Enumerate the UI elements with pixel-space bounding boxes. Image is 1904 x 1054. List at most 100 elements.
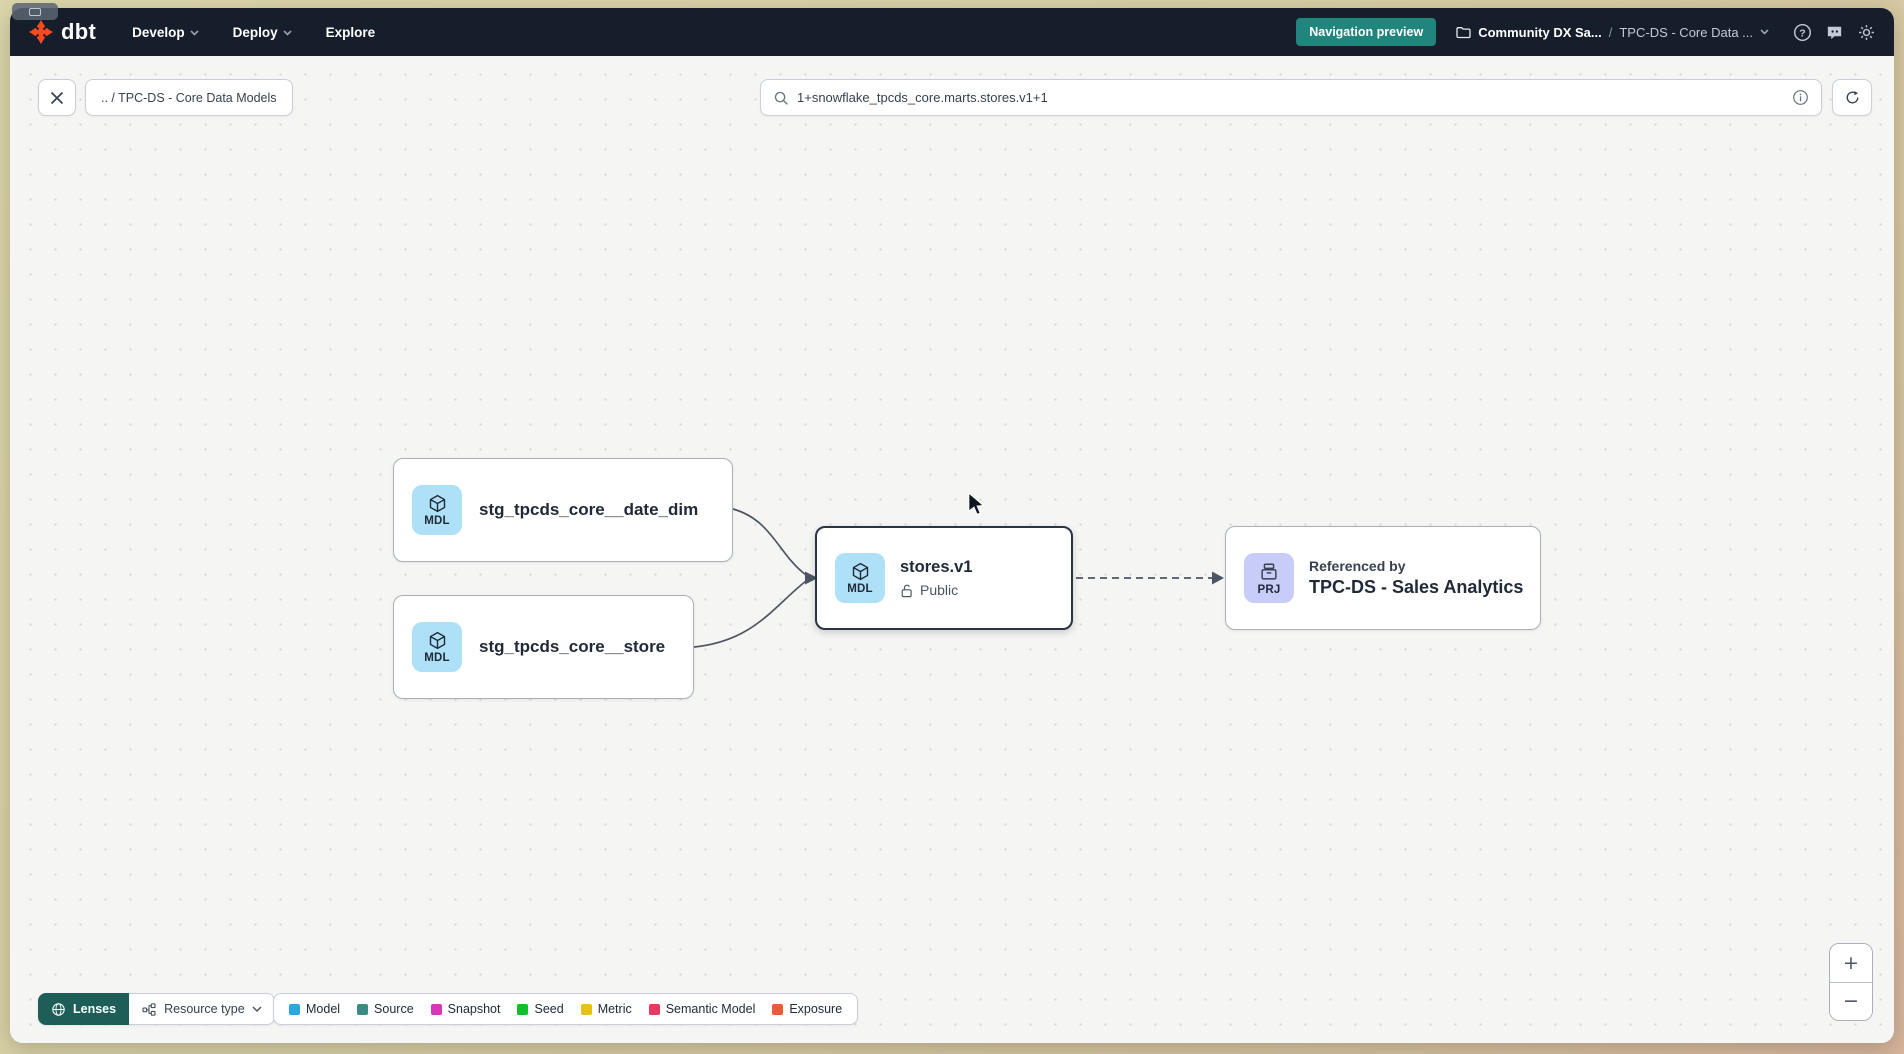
chevron-down-icon <box>190 30 199 36</box>
zoom-in-button[interactable]: + <box>1830 944 1872 982</box>
help-icon[interactable]: ? <box>1793 23 1812 42</box>
legend-item-model: Model <box>289 1002 340 1016</box>
chip-label: .. / TPC-DS - Core Data Models <box>101 91 277 105</box>
legend-swatch <box>431 1004 442 1015</box>
folder-icon <box>1456 26 1471 39</box>
model-resource-tile: MDL <box>835 553 885 603</box>
navigation-preview-button[interactable]: Navigation preview <box>1296 18 1436 46</box>
lenses-label: Lenses <box>73 1002 116 1016</box>
resource-type-legend: Model Source Snapshot Seed Metric Semant… <box>273 993 858 1025</box>
model-cube-icon <box>427 630 448 651</box>
chevron-down-icon <box>252 1006 262 1013</box>
main-menu: Develop Deploy Explore <box>132 25 375 40</box>
legend-item-exposure: Exposure <box>772 1002 842 1016</box>
breadcrumb: Community DX Sa... / TPC-DS - Core Data … <box>1456 25 1769 40</box>
public-open-lock-icon <box>900 583 914 598</box>
chevron-down-icon <box>283 30 292 36</box>
resource-badge: MDL <box>424 652 450 664</box>
refresh-lineage-button[interactable] <box>1832 79 1872 116</box>
edge-arrowhead <box>1212 572 1224 585</box>
navbar-icons: ? <box>1793 23 1876 42</box>
model-resource-tile: MDL <box>412 485 462 535</box>
legend-label: Metric <box>598 1002 632 1016</box>
legend-item-semantic-model: Semantic Model <box>649 1002 756 1016</box>
lineage-selector-input[interactable] <box>797 90 1784 105</box>
legend-item-metric: Metric <box>581 1002 632 1016</box>
menu-develop[interactable]: Develop <box>132 25 199 40</box>
legend-label: Source <box>374 1002 414 1016</box>
node-referenced-by-sales-analytics[interactable]: PRJ Referenced by TPC-DS - Sales Analyti… <box>1225 526 1541 630</box>
node-stg-tpcds-core-store[interactable]: MDL stg_tpcds_core__store <box>393 595 694 699</box>
model-resource-tile: MDL <box>412 622 462 672</box>
refresh-icon <box>1844 89 1861 106</box>
top-navbar: dbt Develop Deploy Explore Navigation pr… <box>10 8 1894 56</box>
recorder-icon <box>29 8 41 16</box>
node-stg-tpcds-core-date-dim[interactable]: MDL stg_tpcds_core__date_dim <box>393 458 733 562</box>
legend-swatch <box>581 1004 592 1015</box>
resource-type-label: Resource type <box>164 1002 245 1016</box>
node-text-block: Referenced by TPC-DS - Sales Analytics <box>1309 558 1523 598</box>
lineage-breadcrumb-chip[interactable]: .. / TPC-DS - Core Data Models <box>85 79 293 116</box>
node-text-block: stores.v1 Public <box>900 558 972 598</box>
navbar-right: Navigation preview Community DX Sa... / … <box>1296 18 1876 46</box>
menu-deploy-label: Deploy <box>233 25 278 40</box>
dbt-logo-text: dbt <box>61 19 96 45</box>
lenses-button[interactable]: Lenses <box>38 993 129 1025</box>
resource-badge: PRJ <box>1258 584 1281 596</box>
svg-text:?: ? <box>1799 28 1805 39</box>
legend-label: Seed <box>534 1002 563 1016</box>
legend-label: Semantic Model <box>666 1002 756 1016</box>
lens-icon <box>51 1002 66 1017</box>
search-icon <box>773 90 789 106</box>
node-label: TPC-DS - Sales Analytics <box>1309 577 1523 598</box>
breadcrumb-project[interactable]: Community DX Sa... <box>1478 25 1602 40</box>
legend-item-seed: Seed <box>517 1002 563 1016</box>
legend-item-snapshot: Snapshot <box>431 1002 501 1016</box>
lineage-search-bar <box>760 79 1822 116</box>
resource-type-dropdown[interactable]: Resource type <box>129 993 275 1025</box>
zoom-out-button[interactable]: − <box>1830 983 1872 1021</box>
legend-label: Model <box>306 1002 340 1016</box>
legend-label: Exposure <box>789 1002 842 1016</box>
model-cube-icon <box>850 561 871 582</box>
lens-control-group: Lenses Resource type <box>38 993 275 1025</box>
screen-recorder-tab <box>12 3 58 20</box>
legend-item-source: Source <box>357 1002 414 1016</box>
info-icon[interactable] <box>1792 89 1809 106</box>
model-cube-icon <box>427 493 448 514</box>
legend-swatch <box>289 1004 300 1015</box>
node-label: stg_tpcds_core__store <box>479 637 665 657</box>
zoom-control: + − <box>1829 943 1873 1021</box>
dbt-explorer-window: dbt Develop Deploy Explore Navigation pr… <box>10 8 1894 1043</box>
chevron-down-icon[interactable] <box>1760 29 1769 35</box>
resource-badge: MDL <box>847 583 873 595</box>
node-label: stg_tpcds_core__date_dim <box>479 500 698 520</box>
close-lineage-button[interactable] <box>38 79 76 116</box>
access-label: Public <box>920 582 958 598</box>
menu-develop-label: Develop <box>132 25 185 40</box>
legend-swatch <box>357 1004 368 1015</box>
lineage-canvas[interactable]: .. / TPC-DS - Core Data Models <box>10 56 1894 1043</box>
access-row: Public <box>900 582 972 598</box>
breadcrumb-section[interactable]: TPC-DS - Core Data ... <box>1619 25 1753 40</box>
resource-type-graph-icon <box>141 1002 157 1017</box>
dbt-logo[interactable]: dbt <box>28 19 96 45</box>
settings-gear-icon[interactable] <box>1857 23 1876 42</box>
legend-swatch <box>772 1004 783 1015</box>
breadcrumb-separator: / <box>1609 25 1613 40</box>
mouse-cursor <box>966 493 986 517</box>
menu-explore[interactable]: Explore <box>326 25 376 40</box>
project-resource-tile: PRJ <box>1244 553 1294 603</box>
legend-swatch <box>517 1004 528 1015</box>
dbt-logo-icon <box>28 19 54 45</box>
referenced-by-label: Referenced by <box>1309 558 1523 574</box>
legend-swatch <box>649 1004 660 1015</box>
legend-label: Snapshot <box>448 1002 501 1016</box>
project-archive-icon <box>1258 561 1280 583</box>
menu-deploy[interactable]: Deploy <box>233 25 292 40</box>
node-stores-v1-selected[interactable]: MDL stores.v1 Public <box>815 526 1073 630</box>
node-label: stores.v1 <box>900 558 972 577</box>
close-icon <box>50 91 64 105</box>
feedback-icon[interactable] <box>1825 23 1844 42</box>
resource-badge: MDL <box>424 515 450 527</box>
